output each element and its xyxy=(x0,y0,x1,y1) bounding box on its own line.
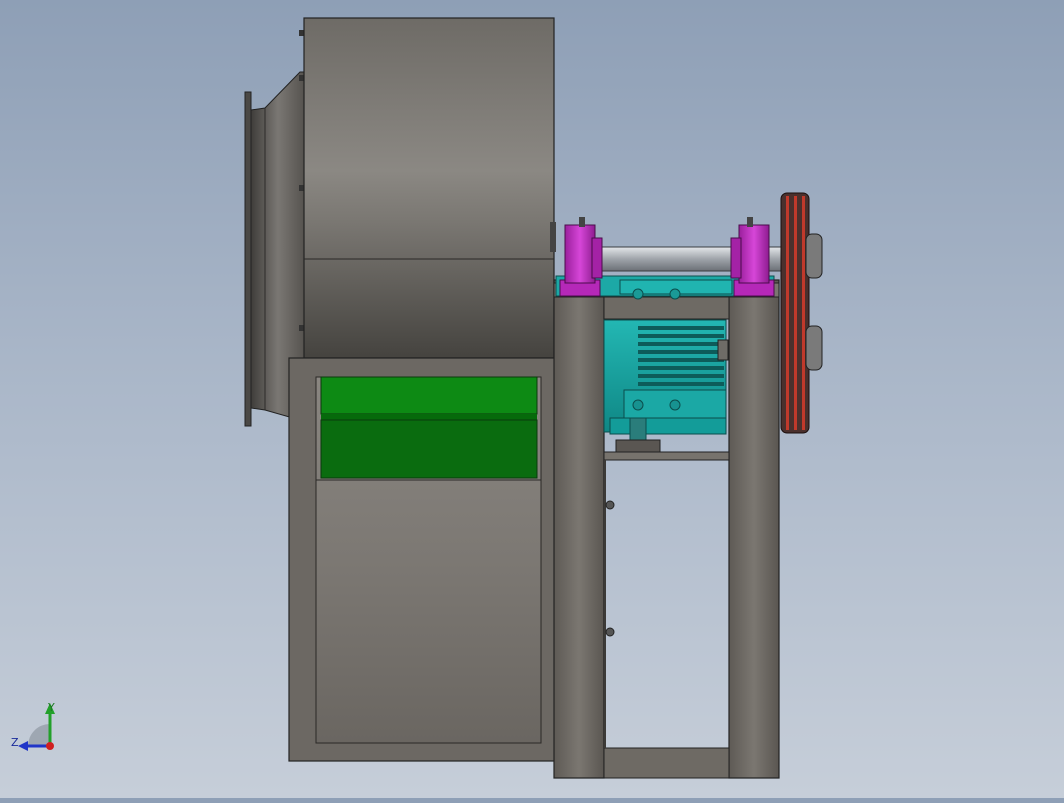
bearing-block-right[interactable] xyxy=(730,217,775,297)
view-triad[interactable]: Y Z xyxy=(11,701,55,751)
z-axis-arrowhead-icon xyxy=(18,741,28,751)
triad-z-label: Z xyxy=(11,736,19,749)
x-axis-dot-icon xyxy=(46,742,54,750)
triad-y-label: Y xyxy=(47,701,55,714)
drive-shaft[interactable] xyxy=(595,246,811,272)
bearing-block-left[interactable] xyxy=(559,217,603,297)
belt-pulley[interactable] xyxy=(780,192,823,434)
fan-housing[interactable] xyxy=(303,17,556,359)
model-canvas[interactable]: Y Z xyxy=(0,0,1064,798)
cad-viewport[interactable]: Y Z xyxy=(0,0,1064,798)
outlet-panel[interactable] xyxy=(320,376,538,479)
